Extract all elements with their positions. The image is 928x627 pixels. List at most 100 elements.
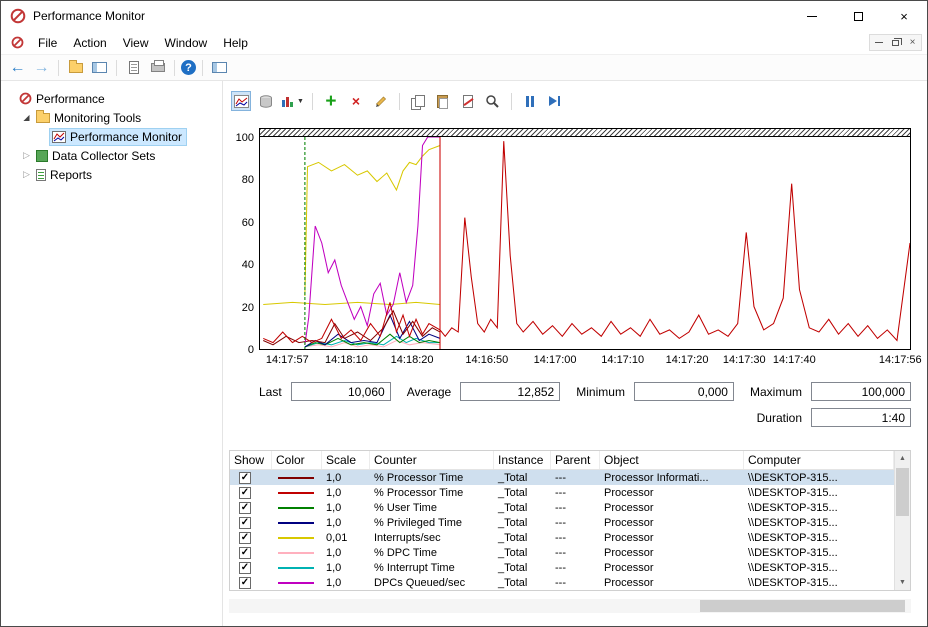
show-checkbox[interactable]: ✓	[239, 487, 251, 499]
show-checkbox[interactable]: ✓	[239, 517, 251, 529]
legend-cell-object: Processor	[600, 577, 744, 589]
show-checkbox[interactable]: ✓	[239, 502, 251, 514]
print-icon[interactable]	[147, 58, 168, 78]
tree-item-performance[interactable]: Performance	[1, 89, 222, 108]
y-tick-label: 100	[236, 132, 254, 144]
help-icon[interactable]: ?	[181, 60, 196, 75]
scrollbar-thumb[interactable]	[896, 468, 909, 516]
scroll-down-icon[interactable]: ▼	[895, 575, 910, 590]
legend-cell-instance: _Total	[494, 562, 551, 574]
x-tick-label: 14:17:10	[601, 354, 644, 366]
copy-properties-icon[interactable]	[408, 91, 428, 111]
scroll-up-icon[interactable]: ▲	[895, 451, 910, 466]
duration-label: Duration	[757, 411, 802, 425]
tree-item-monitoring-tools[interactable]: ◢ Monitoring Tools	[1, 108, 222, 127]
legend-row[interactable]: ✓1,0% DPC Time_Total---Processor\\DESKTO…	[230, 545, 894, 560]
column-header-color[interactable]: Color	[272, 451, 322, 469]
column-header-object[interactable]: Object	[600, 451, 744, 469]
legend-cell-counter: Interrupts/sec	[370, 532, 494, 544]
menu-action[interactable]: Action	[65, 31, 114, 54]
selected-tree-item: Performance Monitor	[49, 128, 187, 146]
menu-file[interactable]: File	[30, 31, 65, 54]
view-current-activity-icon[interactable]	[231, 91, 251, 111]
legend-cell-computer: \\DESKTOP-315...	[744, 502, 894, 514]
column-header-computer[interactable]: Computer	[744, 451, 894, 469]
collapsed-arrow-icon[interactable]: ▷	[21, 150, 32, 161]
menu-window[interactable]: Window	[157, 31, 216, 54]
export-list-icon[interactable]	[123, 58, 144, 78]
details-pane: ▼ + × 100806040	[223, 81, 927, 626]
clipboard-icon	[437, 95, 448, 108]
tree-item-data-collector-sets[interactable]: ▷ Data Collector Sets	[1, 146, 222, 165]
menu-help[interactable]: Help	[215, 31, 256, 54]
paste-counter-list-icon[interactable]	[433, 91, 453, 111]
tree-item-label: Reports	[50, 168, 92, 182]
tree-item-reports[interactable]: ▷ Reports	[1, 165, 222, 184]
highlight-icon[interactable]	[371, 91, 391, 111]
legend-row[interactable]: ✓1,0% User Time_Total---Processor\\DESKT…	[230, 500, 894, 515]
legend-vertical-scrollbar[interactable]: ▲ ▼	[894, 451, 910, 590]
chart-plot[interactable]	[260, 137, 910, 349]
show-checkbox[interactable]: ✓	[239, 577, 251, 589]
properties-icon[interactable]	[483, 91, 503, 111]
legend-row[interactable]: ✓1,0% Processor Time_Total---Processor\\…	[230, 485, 894, 500]
column-header-instance[interactable]: Instance	[494, 451, 551, 469]
forward-icon[interactable]: →	[31, 58, 52, 78]
collapsed-arrow-icon[interactable]: ▷	[21, 169, 32, 180]
legend-cell-scale: 1,0	[322, 577, 370, 589]
menu-view[interactable]: View	[115, 31, 157, 54]
column-header-scale[interactable]: Scale	[322, 451, 370, 469]
child-close-button[interactable]: ×	[904, 35, 921, 50]
legend-cell-computer: \\DESKTOP-315...	[744, 472, 894, 484]
legend-row[interactable]: ✓1,0% Interrupt Time_Total---Processor\\…	[230, 560, 894, 575]
x-tick-label: 14:16:50	[465, 354, 508, 366]
view-log-data-icon[interactable]	[256, 91, 276, 111]
back-icon[interactable]: ←	[7, 58, 28, 78]
show-checkbox[interactable]: ✓	[239, 547, 251, 559]
update-data-icon[interactable]	[545, 91, 565, 111]
add-counter-icon[interactable]: +	[321, 91, 341, 111]
legend-row[interactable]: ✓0,01Interrupts/sec_Total---Processor\\D…	[230, 530, 894, 545]
chevron-down-icon: ▼	[297, 98, 304, 105]
child-restore-icon	[892, 40, 899, 46]
scrollbar-track[interactable]	[895, 466, 910, 575]
column-header-parent[interactable]: Parent	[551, 451, 600, 469]
toolbar-separator	[116, 60, 117, 76]
column-header-counter[interactable]: Counter	[370, 451, 494, 469]
child-minimize-button[interactable]	[870, 35, 887, 50]
up-one-level-icon[interactable]	[65, 58, 86, 78]
close-button[interactable]: ×	[881, 1, 927, 31]
counter-color-line	[278, 567, 314, 569]
legend-row[interactable]: ✓1,0% Processor Time_Total---Processor I…	[230, 470, 894, 485]
show-console-tree-icon[interactable]	[89, 58, 110, 78]
freeze-display-icon[interactable]	[520, 91, 540, 111]
horizontal-scrollbar-thumb[interactable]	[700, 600, 905, 612]
new-window-icon[interactable]	[209, 58, 230, 78]
tree-item-performance-monitor[interactable]: Performance Monitor	[1, 127, 222, 146]
legend-table: ShowColorScaleCounterInstanceParentObjec…	[229, 450, 911, 591]
expanded-arrow-icon[interactable]: ◢	[21, 113, 32, 122]
child-restore-button[interactable]	[887, 35, 904, 50]
clear-display-icon[interactable]	[458, 91, 478, 111]
y-tick-label: 20	[242, 302, 254, 314]
minimize-button[interactable]	[789, 1, 835, 31]
legend-cell-object: Processor	[600, 517, 744, 529]
tree-item-label: Monitoring Tools	[54, 111, 141, 125]
horizontal-scrollbar[interactable]	[229, 599, 911, 613]
chart-type-dropdown[interactable]: ▼	[281, 91, 304, 111]
x-tick-label: 14:17:00	[534, 354, 577, 366]
y-tick-label: 40	[242, 259, 254, 271]
maximize-button[interactable]	[835, 1, 881, 31]
show-checkbox[interactable]: ✓	[239, 532, 251, 544]
delete-counter-icon[interactable]: ×	[346, 91, 366, 111]
legend-row[interactable]: ✓1,0% Privileged Time_Total---Processor\…	[230, 515, 894, 530]
legend-cell-instance: _Total	[494, 577, 551, 589]
legend-cell-scale: 1,0	[322, 502, 370, 514]
show-checkbox[interactable]: ✓	[239, 472, 251, 484]
legend-row[interactable]: ✓1,0DPCs Queued/sec_Total---Processor\\D…	[230, 575, 894, 590]
column-header-show[interactable]: Show	[230, 451, 272, 469]
chart-series-line	[305, 137, 440, 345]
show-checkbox[interactable]: ✓	[239, 562, 251, 574]
legend-cell-instance: _Total	[494, 532, 551, 544]
x-tick-label: 14:17:40	[773, 354, 816, 366]
